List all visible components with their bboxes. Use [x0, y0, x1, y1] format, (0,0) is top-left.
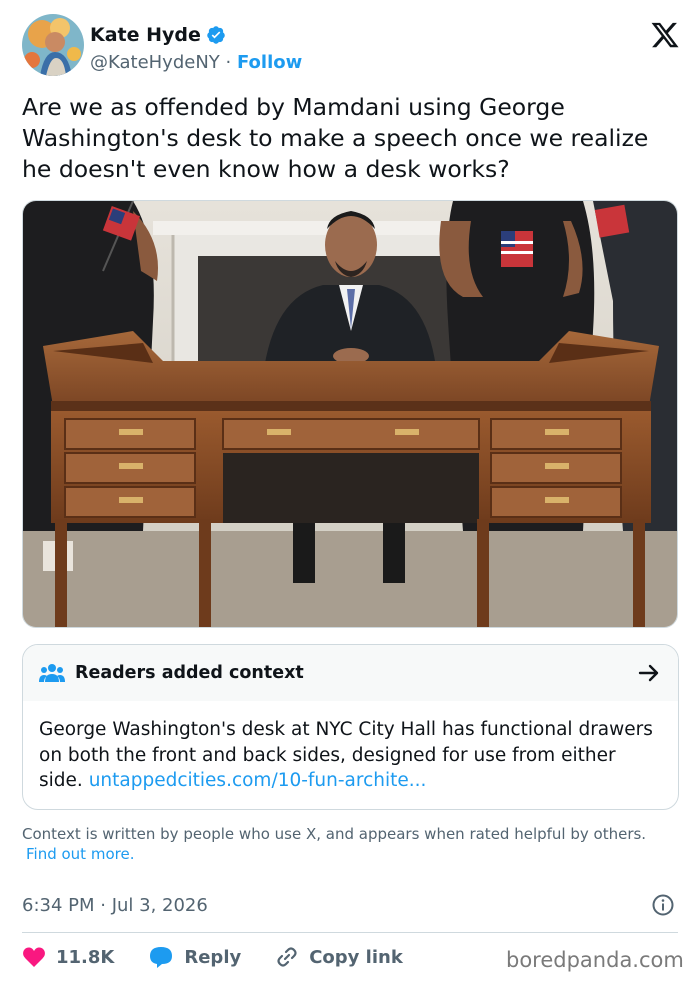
- handle-separator: ·: [219, 51, 237, 73]
- link-icon: [277, 947, 297, 967]
- handle[interactable]: @KateHydeNY: [90, 52, 220, 73]
- verified-badge-icon: [206, 25, 226, 45]
- follow-button[interactable]: Follow: [237, 52, 302, 73]
- copy-link-button[interactable]: Copy link: [275, 945, 403, 969]
- watermark: boredpanda.com: [506, 948, 684, 972]
- user-block: Kate Hyde @KateHydeNY · Follow: [90, 22, 302, 74]
- x-logo-icon[interactable]: [650, 20, 680, 50]
- display-name[interactable]: Kate Hyde: [90, 24, 201, 46]
- community-note-body: George Washington's desk at NYC City Hal…: [23, 701, 678, 794]
- community-note-footer-text: Context is written by people who use X, …: [22, 825, 647, 843]
- avatar[interactable]: [22, 14, 84, 76]
- timestamp[interactable]: 6:34 PM · Jul 3, 2026: [22, 892, 208, 918]
- timestamp-text[interactable]: 6:34 PM · Jul 3, 2026: [22, 895, 208, 916]
- handle-row: @KateHydeNY · Follow: [90, 50, 302, 74]
- find-out-more-link[interactable]: Find out more.: [26, 845, 134, 863]
- reply-label: Reply: [184, 946, 242, 968]
- like-button[interactable]: 11.8K: [22, 946, 114, 968]
- reply-button[interactable]: Reply: [148, 945, 241, 969]
- info-icon[interactable]: [652, 894, 674, 916]
- tweet-text: Are we as offended by Mamdani using Geor…: [22, 93, 649, 183]
- tweet-photo[interactable]: [22, 200, 678, 628]
- tweet-header: Kate Hyde @KateHydeNY · Follow: [22, 14, 682, 80]
- heart-icon: [23, 947, 45, 967]
- divider: [22, 932, 678, 933]
- arrow-right-icon[interactable]: [638, 663, 660, 683]
- reply-bubble-icon: [150, 947, 173, 968]
- community-note-footer: Context is written by people who use X, …: [22, 824, 678, 864]
- action-bar: 11.8K Reply Copy link: [22, 942, 403, 972]
- community-note-card[interactable]: Readers added context George Washington'…: [22, 644, 679, 810]
- like-count: 11.8K: [56, 946, 115, 968]
- community-note-link[interactable]: untappedcities.com/10-fun-archite...: [89, 770, 427, 791]
- copy-link-label: Copy link: [309, 946, 403, 968]
- people-icon: [39, 662, 65, 684]
- name-row: Kate Hyde: [90, 22, 302, 48]
- community-note-title: Readers added context: [75, 663, 304, 683]
- community-note-header[interactable]: Readers added context: [23, 645, 678, 701]
